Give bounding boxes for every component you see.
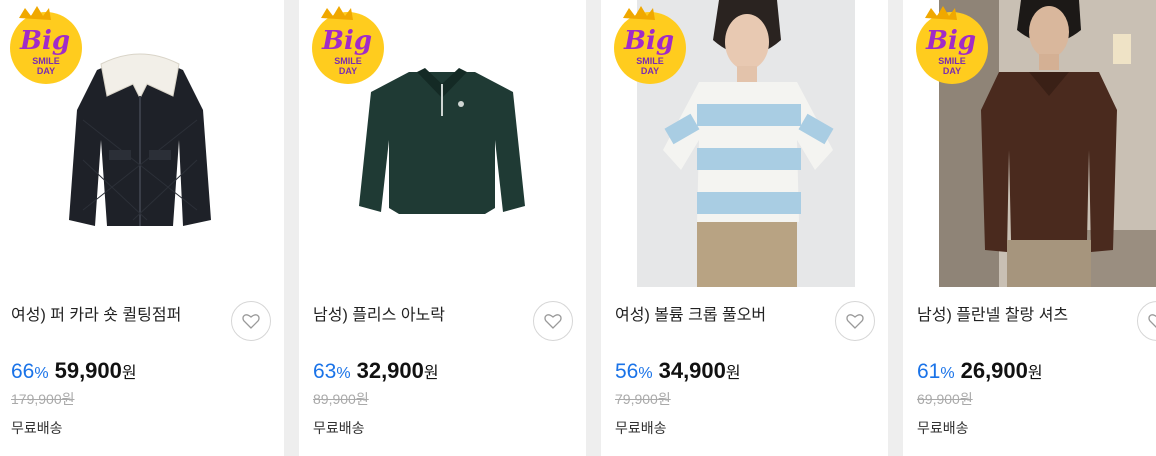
- big-smile-day-badge-icon: Big SMILE DAY: [916, 6, 988, 84]
- product-card[interactable]: Big SMILE DAY 여성) 볼륨 크롭 풀오버 56% 34,900원 7…: [601, 0, 888, 456]
- svg-text:Big: Big: [925, 26, 976, 56]
- product-image[interactable]: Big SMILE DAY: [0, 0, 284, 287]
- big-smile-day-badge-icon: Big SMILE DAY: [312, 6, 384, 84]
- product-info: 남성) 플리스 아노락 63% 32,900원 89,900원 무료배송: [299, 287, 586, 456]
- price-unit: 원: [423, 365, 439, 382]
- product-card[interactable]: Big SMILE DAY 여성) 퍼 카라 숏 퀼팅점퍼 66% 59,900원…: [0, 0, 284, 456]
- shipping-label: 무료배송: [917, 420, 969, 436]
- heart-icon: [544, 314, 562, 329]
- svg-text:Big: Big: [321, 26, 372, 56]
- heart-icon: [1148, 314, 1156, 328]
- svg-text:DAY: DAY: [641, 66, 659, 76]
- big-smile-day-badge-icon: Big SMILE DAY: [10, 6, 82, 84]
- original-price: 179,900원: [11, 391, 75, 407]
- product-card[interactable]: Big SMILE DAY 남성) 플란넬 찰랑 셔츠 61% 26,900원 6…: [903, 0, 1156, 456]
- heart-icon: [846, 314, 864, 329]
- price-unit: 원: [121, 365, 137, 382]
- original-price: 69,900원: [917, 391, 973, 407]
- big-smile-day-badge-icon: Big SMILE DAY: [614, 6, 686, 84]
- wishlist-button[interactable]: [835, 301, 875, 341]
- sale-price: 32,900: [356, 358, 424, 383]
- svg-text:Big: Big: [19, 26, 70, 56]
- discount-rate: 66%: [11, 360, 49, 383]
- svg-text:SMILE: SMILE: [636, 56, 664, 66]
- sale-price: 59,900: [54, 358, 122, 383]
- svg-text:SMILE: SMILE: [938, 56, 966, 66]
- product-info: 여성) 퍼 카라 숏 퀼팅점퍼 66% 59,900원 179,900원 무료배송: [0, 287, 284, 456]
- shipping-label: 무료배송: [313, 420, 365, 436]
- svg-text:DAY: DAY: [37, 66, 55, 76]
- price-line: 63% 32,900원: [313, 358, 439, 384]
- discount-rate: 61%: [917, 360, 955, 383]
- price-unit: 원: [725, 365, 741, 382]
- sale-price: 34,900: [658, 358, 726, 383]
- wishlist-button[interactable]: [1137, 301, 1156, 341]
- original-price: 89,900원: [313, 391, 369, 407]
- product-card[interactable]: Big SMILE DAY 남성) 플리스 아노락 63% 32,900원 89,…: [299, 0, 586, 456]
- price-line: 56% 34,900원: [615, 358, 741, 384]
- product-image[interactable]: Big SMILE DAY: [601, 0, 888, 287]
- svg-text:DAY: DAY: [339, 66, 357, 76]
- product-info: 여성) 볼륨 크롭 풀오버 56% 34,900원 79,900원 무료배송: [601, 287, 888, 456]
- product-title[interactable]: 여성) 볼륨 크롭 풀오버: [615, 301, 766, 325]
- product-title[interactable]: 남성) 플리스 아노락: [313, 301, 445, 325]
- shipping-label: 무료배송: [615, 420, 667, 436]
- heart-icon: [242, 314, 260, 329]
- sale-price: 26,900: [960, 358, 1028, 383]
- price-line: 66% 59,900원: [11, 358, 137, 384]
- price-line: 61% 26,900원: [917, 358, 1043, 384]
- product-info: 남성) 플란넬 찰랑 셔츠 61% 26,900원 69,900원 무료배송: [903, 287, 1156, 456]
- wishlist-button[interactable]: [231, 301, 271, 341]
- svg-text:Big: Big: [623, 26, 674, 56]
- product-image[interactable]: Big SMILE DAY: [299, 0, 586, 287]
- product-title[interactable]: 여성) 퍼 카라 숏 퀼팅점퍼: [11, 301, 181, 325]
- product-list: Big SMILE DAY 여성) 퍼 카라 숏 퀼팅점퍼 66% 59,900원…: [0, 0, 1156, 456]
- svg-text:SMILE: SMILE: [32, 56, 60, 66]
- shipping-label: 무료배송: [11, 420, 63, 436]
- discount-rate: 63%: [313, 360, 351, 383]
- product-image[interactable]: Big SMILE DAY: [903, 0, 1156, 287]
- discount-rate: 56%: [615, 360, 653, 383]
- svg-text:DAY: DAY: [943, 66, 961, 76]
- product-title[interactable]: 남성) 플란넬 찰랑 셔츠: [917, 301, 1068, 325]
- price-unit: 원: [1027, 365, 1043, 382]
- wishlist-button[interactable]: [533, 301, 573, 341]
- original-price: 79,900원: [615, 391, 671, 407]
- svg-text:SMILE: SMILE: [334, 56, 362, 66]
